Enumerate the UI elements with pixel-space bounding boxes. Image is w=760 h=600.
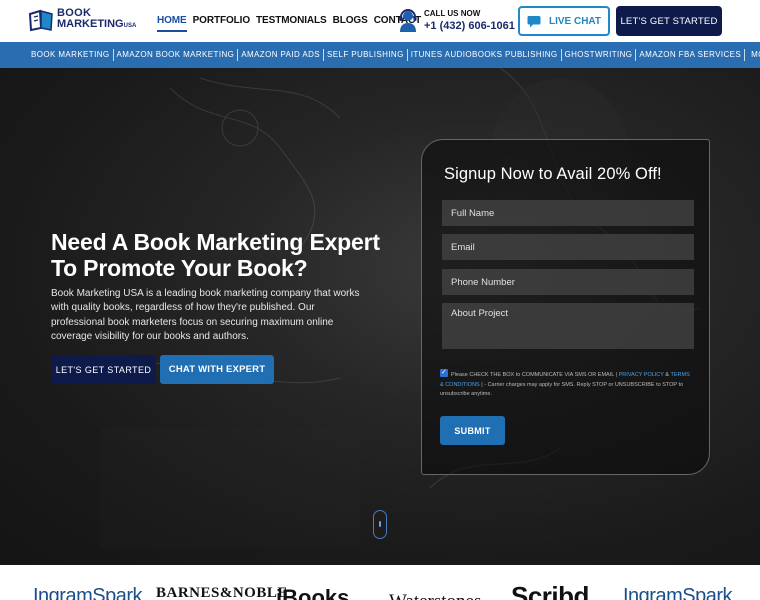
call-number[interactable]: +1 (432) 606-1061 bbox=[424, 20, 515, 32]
subnav-amazon-book-marketing[interactable]: AMAZON BOOK MARKETING bbox=[114, 49, 239, 61]
form-title: Signup Now to Avail 20% Off! bbox=[444, 165, 662, 183]
live-chat-button[interactable]: LIVE CHAT bbox=[518, 6, 610, 36]
site-header: BOOK MARKETINGUSA HOME PORTFOLIO TESTMON… bbox=[0, 0, 760, 42]
hero-description: Book Marketing USA is a leading book mar… bbox=[51, 288, 360, 342]
logo-ibooks: iBooks bbox=[276, 585, 350, 600]
nav-home[interactable]: HOME bbox=[157, 15, 187, 32]
logo-suffix: USA bbox=[123, 23, 137, 29]
scroll-down-icon[interactable] bbox=[373, 510, 387, 539]
consent-checkbox[interactable] bbox=[440, 368, 448, 377]
subnav-amazon-paid-ads[interactable]: AMAZON PAID ADS bbox=[238, 49, 325, 61]
main-nav: HOME PORTFOLIO TESTMONIALS BLOGS CONTACT bbox=[157, 15, 421, 32]
header-start-button[interactable]: LET'S GET STARTED bbox=[616, 6, 722, 36]
partner-logos: IngramSpark BARNES&NOBLE iBooks Watersto… bbox=[0, 565, 760, 600]
site-logo[interactable]: BOOK MARKETINGUSA bbox=[28, 8, 136, 32]
subnav-itunes-audiobooks[interactable]: ITUNES AUDIOBOOKS PUBLISHING bbox=[408, 49, 562, 61]
call-label: CALL US NOW bbox=[424, 8, 481, 18]
services-nav: BOOK MARKETING AMAZON BOOK MARKETING AMA… bbox=[0, 42, 760, 68]
logo-ingramspark-2: IngramSpark bbox=[623, 585, 733, 600]
about-project-input[interactable] bbox=[442, 303, 694, 349]
nav-testimonials[interactable]: TESTMONIALS bbox=[256, 15, 327, 32]
nav-blogs[interactable]: BLOGS bbox=[333, 15, 368, 32]
email-input[interactable] bbox=[442, 234, 694, 260]
subnav-more-label: MORE bbox=[748, 49, 760, 59]
logo-barnes-noble: BARNES&NOBLE bbox=[156, 585, 288, 600]
consent-text: Please CHECK THE BOX to COMMUNICATE VIA … bbox=[440, 368, 690, 400]
call-us[interactable]: CALL US NOW +1 (432) 606-1061 bbox=[398, 8, 515, 32]
chat-bubble-icon bbox=[527, 15, 541, 27]
chat-with-expert-button[interactable]: CHAT WITH EXPERT bbox=[160, 355, 274, 384]
subnav-amazon-fba[interactable]: AMAZON FBA SERVICES bbox=[636, 49, 746, 61]
submit-button[interactable]: SUBMIT bbox=[440, 416, 505, 445]
subnav-self-publishing[interactable]: SELF PUBLISHING bbox=[324, 49, 408, 61]
privacy-policy-link[interactable]: PRIVACY POLICY bbox=[619, 372, 664, 378]
logo-line-2: MARKETING bbox=[57, 18, 124, 30]
logo-scribd: Scribd bbox=[511, 581, 589, 600]
phone-input[interactable] bbox=[442, 269, 694, 295]
logo-ingramspark: IngramSpark bbox=[33, 585, 143, 600]
hero-title: Need A Book Marketing Expert To Promote … bbox=[51, 229, 380, 281]
book-logo-icon bbox=[28, 9, 53, 32]
nav-portfolio[interactable]: PORTFOLIO bbox=[193, 15, 251, 32]
logo-waterstones: Waterstones bbox=[389, 591, 481, 600]
subnav-more[interactable]: MORE▼ bbox=[745, 49, 760, 62]
hero-start-button[interactable]: LET'S GET STARTED bbox=[51, 355, 156, 384]
full-name-input[interactable] bbox=[442, 200, 694, 226]
subnav-book-marketing[interactable]: BOOK MARKETING bbox=[28, 49, 114, 61]
live-chat-label: LIVE CHAT bbox=[548, 15, 602, 27]
signup-form: Signup Now to Avail 20% Off! Please CHEC… bbox=[421, 139, 710, 475]
support-agent-icon bbox=[399, 9, 417, 32]
hero-section: Need A Book Marketing Expert To Promote … bbox=[0, 68, 760, 565]
subnav-ghostwriting[interactable]: GHOSTWRITING bbox=[562, 49, 637, 61]
